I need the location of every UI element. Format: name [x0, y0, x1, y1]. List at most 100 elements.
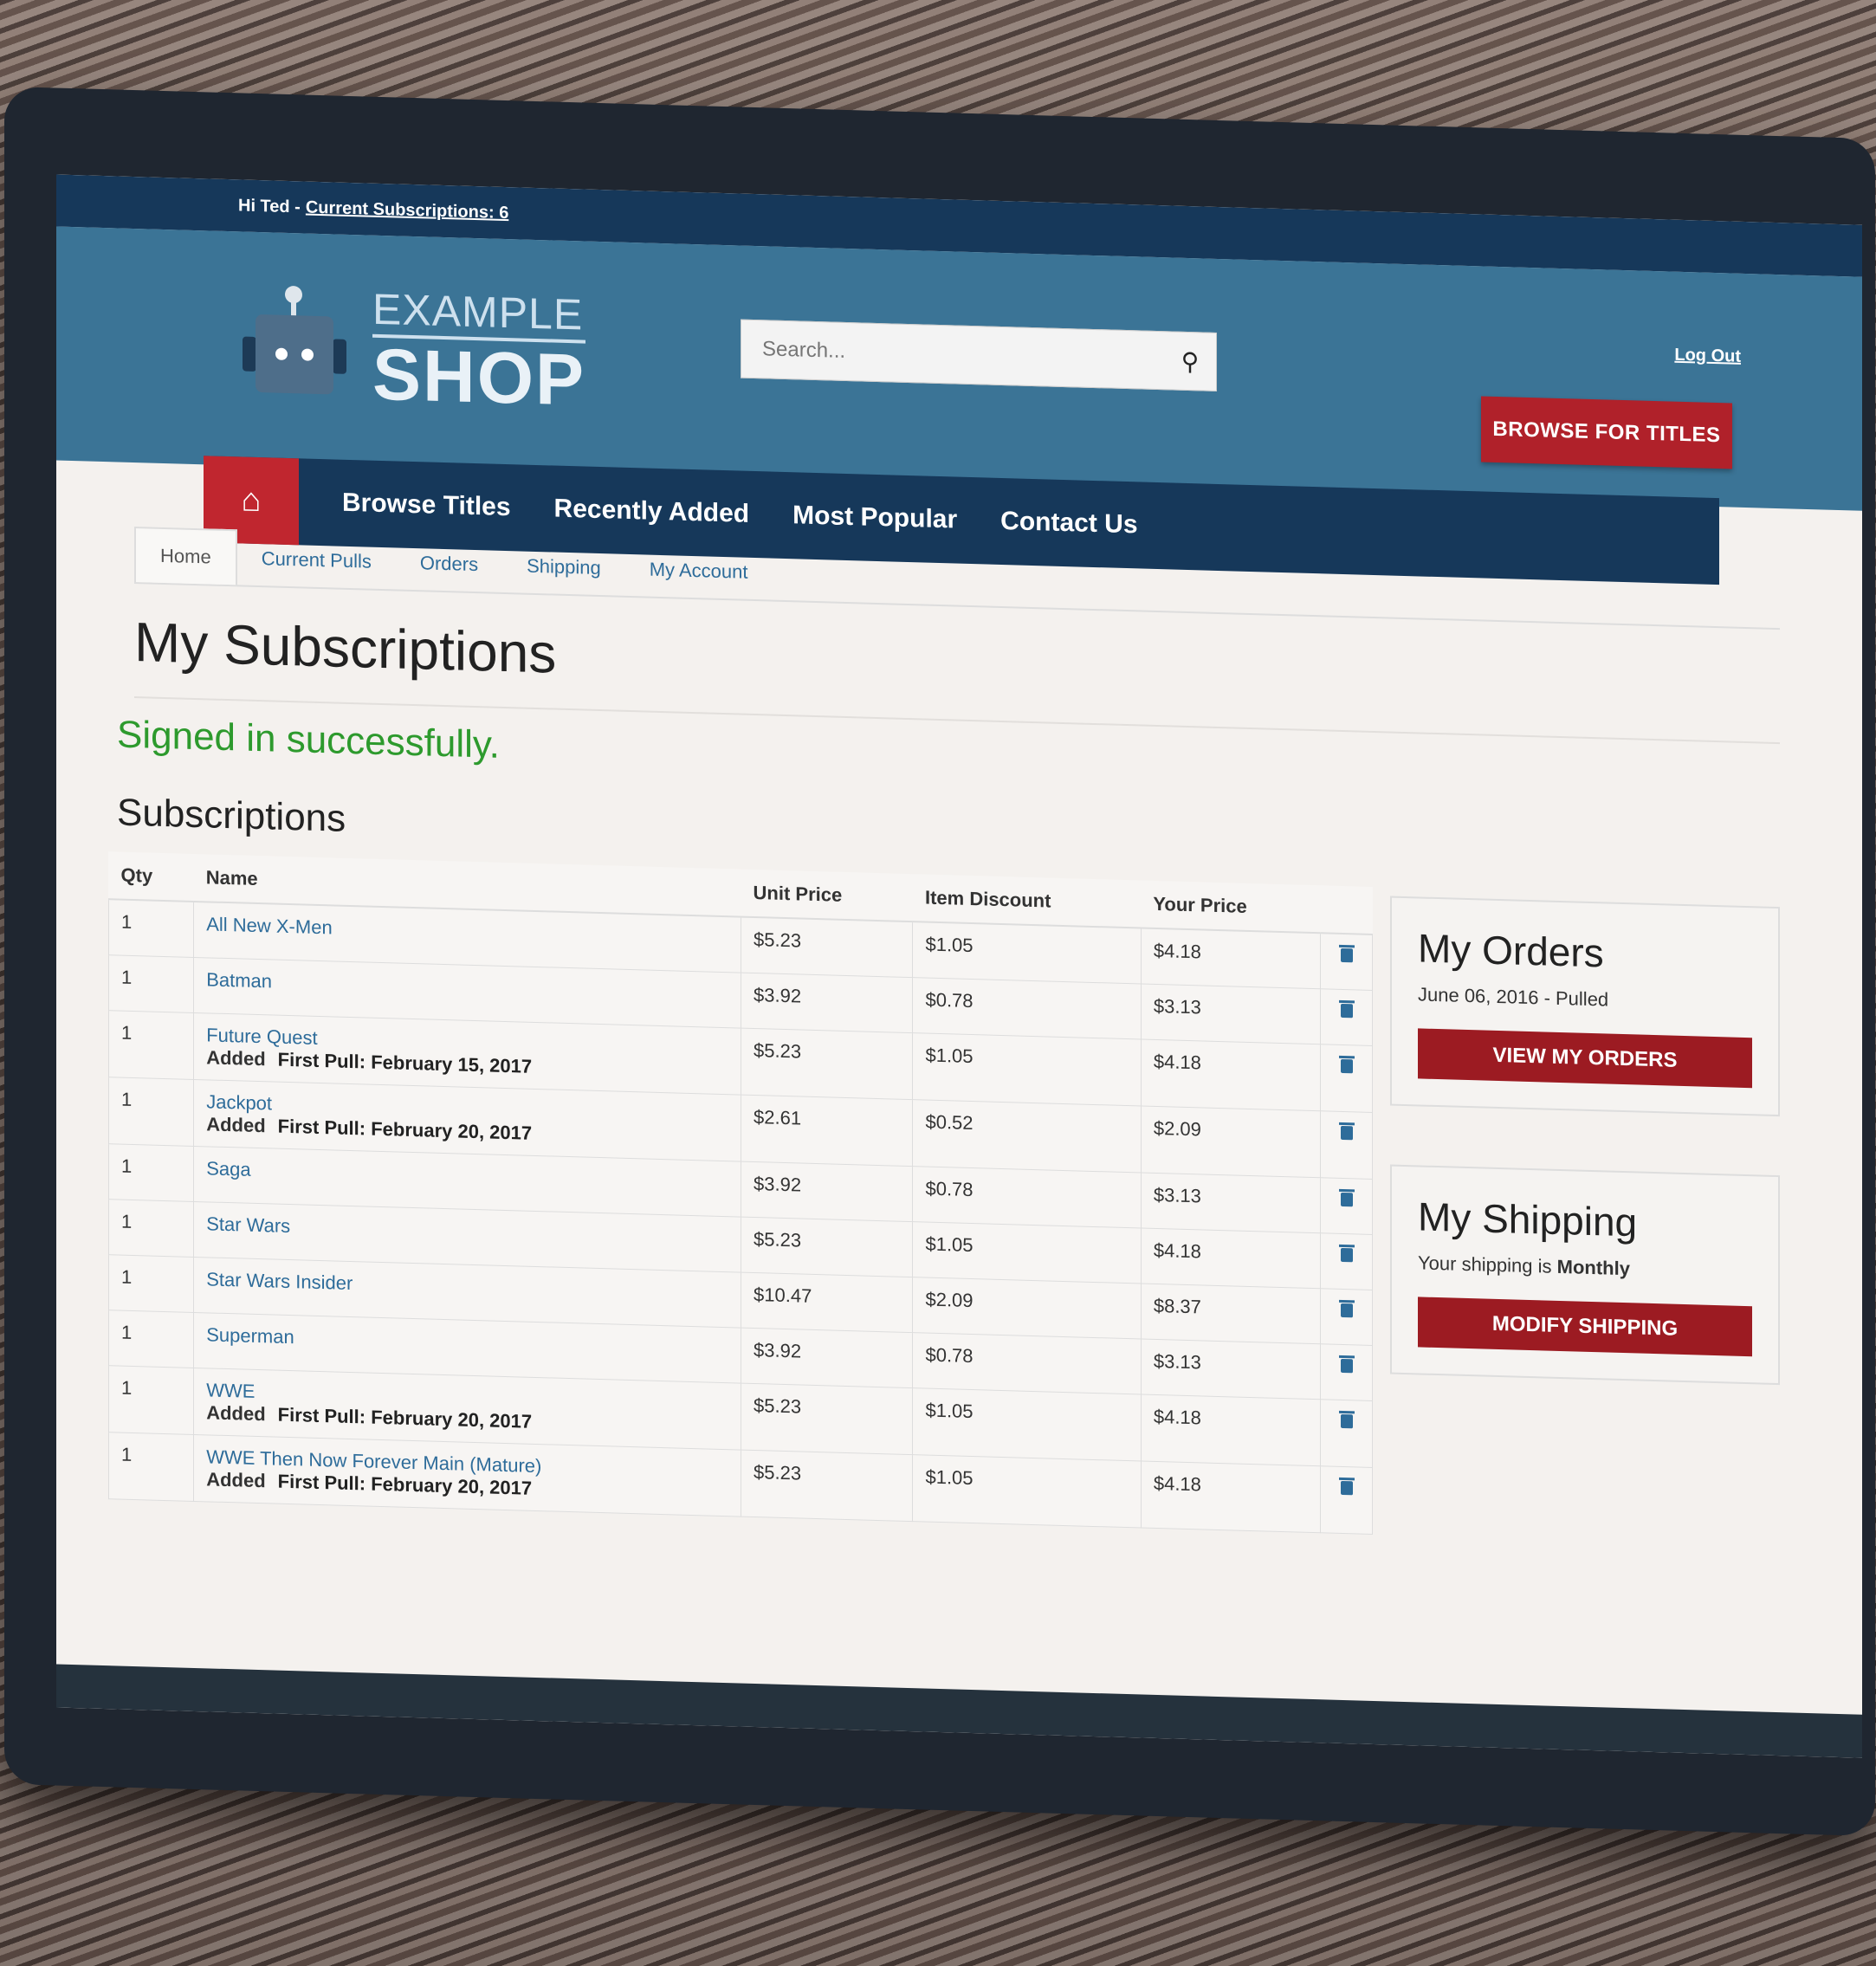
search-box: ⚲	[741, 319, 1217, 391]
nav-browse-titles[interactable]: Browse Titles	[342, 488, 511, 522]
added-label: Added	[206, 1112, 266, 1136]
row-qty: 1	[108, 1365, 194, 1434]
shipping-info-prefix: Your shipping is	[1418, 1251, 1552, 1277]
trash-icon	[1340, 1413, 1353, 1428]
header-unit-price: Unit Price	[741, 869, 913, 922]
row-item-discount: $0.78	[912, 977, 1142, 1039]
row-qty: 1	[108, 899, 194, 957]
my-orders-title: My Orders	[1418, 925, 1604, 976]
row-qty: 1	[108, 1199, 194, 1257]
row-your-price: $8.37	[1141, 1283, 1321, 1344]
row-your-price: $4.18	[1141, 1394, 1321, 1466]
nav-recently-added[interactable]: Recently Added	[554, 495, 750, 529]
subscription-title-link[interactable]: Star Wars Insider	[206, 1268, 353, 1294]
browser-screen: Hi Ted - Current Subscriptions: 6 EXAMPL…	[56, 174, 1862, 1758]
row-unit-price: $10.47	[741, 1271, 913, 1333]
search-icon[interactable]: ⚲	[1164, 346, 1216, 377]
subscription-title-link[interactable]: Saga	[206, 1157, 250, 1180]
subscriptions-table: Qty Name Unit Price Item Discount Your P…	[108, 851, 1373, 1535]
my-orders-panel: My Orders June 06, 2016 - Pulled VIEW MY…	[1390, 896, 1780, 1117]
tab-orders[interactable]: Orders	[396, 535, 502, 592]
row-your-price: $3.13	[1141, 1172, 1321, 1233]
row-unit-price: $3.92	[741, 1327, 913, 1388]
delete-subscription-button[interactable]	[1320, 988, 1373, 1045]
modify-shipping-button[interactable]: MODIFY SHIPPING	[1418, 1297, 1752, 1357]
delete-subscription-button[interactable]	[1320, 933, 1373, 990]
delete-subscription-button[interactable]	[1320, 1399, 1373, 1467]
trash-icon	[1340, 947, 1353, 963]
nav-most-popular[interactable]: Most Popular	[792, 501, 957, 534]
row-qty: 1	[108, 1010, 194, 1079]
trash-icon	[1340, 1480, 1353, 1495]
row-item-discount: $1.05	[912, 1221, 1142, 1284]
row-qty: 1	[108, 1254, 194, 1312]
row-qty: 1	[108, 1143, 194, 1201]
shipping-info: Your shipping is Monthly	[1418, 1251, 1752, 1284]
row-unit-price: $5.23	[741, 1382, 913, 1455]
row-your-price: $4.18	[1141, 1227, 1321, 1289]
shop-logo[interactable]: EXAMPLE SHOP	[243, 284, 586, 421]
delete-subscription-button[interactable]	[1320, 1465, 1373, 1534]
delete-subscription-button[interactable]	[1320, 1232, 1373, 1290]
success-message: Signed in successfully.	[117, 713, 500, 766]
row-qty: 1	[108, 1077, 194, 1146]
row-your-price: $4.18	[1141, 928, 1321, 989]
delete-subscription-button[interactable]	[1320, 1044, 1373, 1112]
delete-subscription-button[interactable]	[1320, 1110, 1373, 1179]
delete-subscription-button[interactable]	[1320, 1288, 1373, 1345]
trash-icon	[1340, 1003, 1353, 1018]
row-your-price: $3.13	[1141, 983, 1321, 1044]
current-subscriptions-link[interactable]: Current Subscriptions: 6	[306, 197, 508, 223]
subscriptions-rows: 1 All New X-Men $5.23 $1.05 $4.18 1 Batman $3.9…	[108, 899, 1373, 1534]
subscription-title-link[interactable]: Jackpot	[206, 1090, 272, 1114]
subscriptions-heading: Subscriptions	[117, 791, 346, 840]
tab-current-pulls[interactable]: Current Pulls	[237, 531, 396, 589]
view-my-orders-button[interactable]: VIEW MY ORDERS	[1418, 1028, 1752, 1089]
greeting-text: Hi Ted -	[238, 195, 301, 217]
my-shipping-title: My Shipping	[1418, 1193, 1638, 1245]
search-input[interactable]	[741, 335, 1164, 374]
row-unit-price: $3.92	[741, 1161, 913, 1222]
added-label: Added	[206, 1467, 266, 1491]
trash-icon	[1340, 1058, 1353, 1073]
browse-for-titles-button[interactable]: BROWSE FOR TITLES	[1481, 396, 1732, 469]
shipping-frequency: Monthly	[1556, 1255, 1630, 1280]
tab-my-account[interactable]: My Account	[625, 542, 773, 600]
row-item-discount: $0.78	[912, 1332, 1142, 1394]
trash-icon	[1340, 1303, 1353, 1317]
subscription-title-link[interactable]: All New X-Men	[206, 913, 332, 938]
row-item-discount: $1.05	[912, 1387, 1142, 1461]
tablet-bezel-bottom	[56, 1664, 1862, 1758]
site-header: EXAMPLE SHOP ⚲ Log Out BROWSE FOR TITLES…	[56, 226, 1862, 585]
subscription-title-link[interactable]: Future Quest	[206, 1024, 317, 1049]
row-item-discount: $1.05	[912, 922, 1142, 984]
trash-icon	[1340, 1247, 1353, 1262]
row-qty: 1	[108, 1310, 194, 1368]
row-unit-price: $3.92	[741, 972, 913, 1033]
trash-icon	[1340, 1125, 1353, 1140]
row-name-cell: WWE Then Now Forever Main (Mature) Added F…	[193, 1433, 741, 1517]
subscription-title-link[interactable]: Superman	[206, 1323, 294, 1348]
row-unit-price: $5.23	[741, 1027, 913, 1100]
delete-subscription-button[interactable]	[1320, 1343, 1373, 1400]
row-qty: 1	[108, 1432, 194, 1501]
subscription-title-link[interactable]: WWE	[206, 1379, 255, 1402]
tablet-device: Hi Ted - Current Subscriptions: 6 EXAMPL…	[4, 86, 1875, 1837]
row-unit-price: $5.23	[741, 916, 913, 978]
tab-home[interactable]: Home	[134, 527, 237, 585]
row-item-discount: $1.05	[912, 1032, 1142, 1106]
header-item-discount: Item Discount	[912, 874, 1142, 928]
subscription-title-link[interactable]: Batman	[206, 968, 272, 992]
first-pull-date: First Pull: February 15, 2017	[277, 1048, 533, 1077]
tab-shipping[interactable]: Shipping	[502, 539, 625, 596]
row-unit-price: $5.23	[741, 1449, 913, 1522]
logout-link[interactable]: Log Out	[1674, 346, 1741, 367]
nav-contact-us[interactable]: Contact Us	[1000, 507, 1137, 540]
trash-icon	[1340, 1358, 1353, 1373]
row-your-price: $2.09	[1141, 1105, 1321, 1178]
subscription-title-link[interactable]: Star Wars	[206, 1213, 290, 1237]
row-unit-price: $2.61	[741, 1094, 913, 1167]
added-label: Added	[206, 1045, 266, 1070]
delete-subscription-button[interactable]	[1320, 1177, 1373, 1234]
header-qty: Qty	[108, 851, 194, 902]
